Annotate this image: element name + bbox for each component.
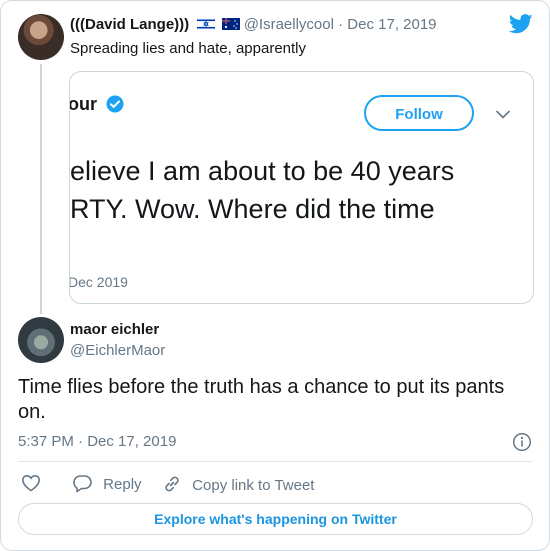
quoted-date-fragment: Dec 2019 [69,274,128,290]
thread-connector-line [40,64,42,314]
reply-label: Reply [103,476,142,493]
speech-bubble-icon [73,475,92,493]
copy-link-button[interactable]: Copy link to Tweet [162,474,314,494]
reply-timestamp[interactable]: 5:37 PM · Dec 17, 2019 [18,433,176,450]
reply-button[interactable]: Reply [72,474,142,493]
tweet-embed-card: (((David Lange))) @Israellycool · Dec 17… [0,0,550,551]
reply-handle[interactable]: @EichlerMaor [70,342,165,359]
copy-link-label: Copy link to Tweet [192,477,315,494]
parent-tweet-header: (((David Lange))) @Israellycool · Dec 17… [70,16,437,33]
follow-button[interactable]: Follow [364,95,474,131]
chevron-down-icon[interactable] [496,110,510,119]
info-icon[interactable] [512,432,532,452]
reply-display-name[interactable]: maor eichler [70,321,159,338]
parent-avatar[interactable] [18,14,64,60]
like-button[interactable] [21,474,41,492]
heart-icon [21,474,41,492]
verified-badge-icon [106,95,124,113]
reply-tweet-text: Time flies before the truth has a chance… [18,376,505,423]
quoted-name-fragment: our [69,94,97,114]
explore-twitter-button[interactable]: Explore what's happening on Twitter [18,503,533,535]
quoted-text-line-2: RTY. Wow. Where did the time [70,194,435,224]
reply-avatar[interactable] [18,317,64,363]
parent-display-name[interactable]: (((David Lange))) [70,16,189,33]
twitter-bird-icon[interactable] [509,14,533,34]
action-divider [18,461,533,462]
parent-date[interactable]: · Dec 17, 2019 [338,16,436,33]
quoted-tweet-card[interactable]: our Follow elieve I am about to be 40 ye… [69,71,534,304]
parent-tweet-text: Spreading lies and hate, apparently [70,40,307,57]
parent-handle[interactable]: @Israellycool [244,16,334,33]
quoted-text-line-1: elieve I am about to be 40 years [70,156,455,186]
link-icon [165,476,179,492]
israel-flag-icon [197,18,216,30]
australia-flag-icon [221,18,240,30]
